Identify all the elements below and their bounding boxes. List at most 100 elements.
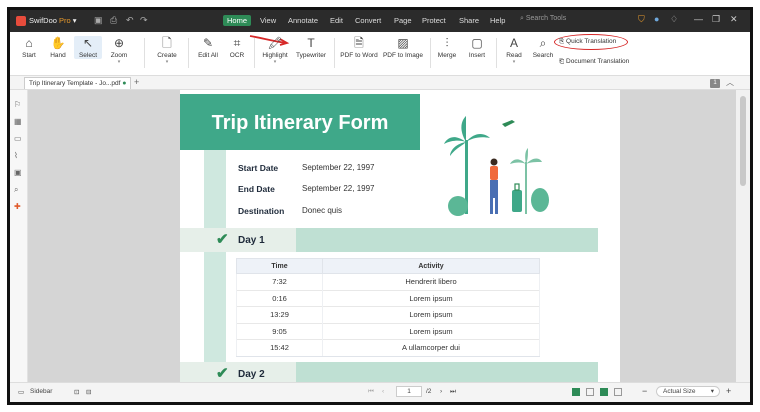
new-tab-button[interactable]: + (134, 77, 139, 87)
search-tools-input[interactable]: ⌕ Search Tools (520, 15, 600, 27)
comment-icon[interactable]: ▭ (14, 134, 22, 143)
fit-width-icon[interactable]: ⊟ (86, 388, 91, 396)
text-icon: T (307, 36, 315, 50)
cursor-icon: ↖ (82, 36, 94, 50)
edit-all-button[interactable]: ✎ Edit All (194, 36, 222, 59)
merge-button[interactable]: ⫶ Merge (434, 36, 460, 59)
zoom-in-icon: ⊕ (113, 36, 125, 50)
start-button[interactable]: ⌂ Start (18, 36, 40, 59)
sidebar-toggle-label[interactable]: Sidebar (30, 388, 52, 395)
menu-share[interactable]: Share (455, 15, 483, 26)
grid-view-icon[interactable] (614, 388, 622, 396)
pdf-page: Trip Itinerary Form Start Date September… (180, 90, 620, 382)
single-page-view-icon[interactable] (572, 388, 580, 396)
pdf-to-image-button[interactable]: ▨ PDF to Image (381, 36, 425, 59)
app-name[interactable]: SwifDoo Pro ▾ (29, 16, 77, 25)
sidebar-toggle-icon[interactable]: ▭ (18, 388, 24, 396)
pdf-to-word-button[interactable]: 🗎 PDF to Word (338, 36, 380, 59)
continuous-view-icon[interactable] (586, 388, 594, 396)
app-logo-icon (16, 16, 26, 26)
document-canvas[interactable]: Trip Itinerary Form Start Date September… (28, 90, 736, 382)
zoom-level-select[interactable]: Actual Size ▾ (656, 386, 720, 397)
end-date-value[interactable]: September 22, 1997 (302, 184, 375, 193)
menu-help[interactable]: Help (486, 15, 509, 26)
menu-annotate[interactable]: Annotate (284, 15, 322, 26)
time-cell[interactable]: 13:29 (236, 306, 323, 323)
destination-label: Destination (238, 206, 285, 216)
minimize-icon[interactable]: — (694, 14, 703, 24)
gift-icon[interactable]: ✚ (14, 202, 21, 211)
zoom-out-button[interactable]: − (642, 386, 647, 396)
last-page-icon[interactable]: ⏭ (450, 388, 456, 396)
bookmark-icon[interactable]: ⚐ (14, 100, 21, 109)
read-button[interactable]: A Read ▾ (502, 36, 526, 65)
activity-cell[interactable]: A ullamcorper dui (322, 339, 540, 357)
attachment-icon[interactable]: ⌇ (14, 151, 18, 160)
user-icon[interactable]: ● (654, 14, 659, 24)
menu-protect[interactable]: Protect (418, 15, 450, 26)
home-icon: ⌂ (25, 36, 33, 50)
unsaved-dot: ● (122, 80, 127, 87)
zoom-button[interactable]: ⊕ Zoom ▾ (106, 36, 132, 65)
vertical-scrollbar[interactable] (736, 90, 750, 382)
cart-icon[interactable]: ⛉ (638, 14, 645, 25)
search-icon[interactable]: ⌕ (14, 185, 18, 195)
current-page-input[interactable]: 1 (396, 386, 422, 397)
activity-cell[interactable]: Lorem ipsum (322, 289, 540, 307)
next-page-icon[interactable]: › (440, 388, 442, 395)
bell-icon[interactable]: ♢ (670, 14, 678, 25)
zoom-in-button[interactable]: + (726, 386, 731, 396)
menu-view[interactable]: View (256, 15, 280, 26)
menu-page[interactable]: Page (390, 15, 416, 26)
document-translation-button[interactable]: ⎗ Document Translation (559, 58, 629, 66)
print-icon[interactable]: ⎙ (110, 15, 117, 26)
typewriter-button[interactable]: T Typewriter (293, 36, 329, 59)
checkmark-icon: ✔ (216, 365, 229, 382)
time-cell[interactable]: 7:32 (236, 273, 323, 290)
insert-button[interactable]: ▢ Insert (464, 36, 490, 59)
activity-cell[interactable]: Lorem ipsum (322, 322, 540, 340)
create-button[interactable]: 🗋 Create ▾ (152, 36, 182, 65)
time-cell[interactable]: 9:05 (236, 322, 323, 340)
two-page-view-icon[interactable] (600, 388, 608, 396)
thumbnails-icon[interactable]: ▦ (14, 117, 22, 126)
search-button[interactable]: ⌕ Search (530, 36, 556, 59)
first-page-icon[interactable]: ⏮ (368, 388, 374, 396)
chevron-down-icon: ▾ (273, 59, 277, 65)
ocr-button[interactable]: ⌗ OCR (226, 36, 248, 59)
menu-edit[interactable]: Edit (326, 15, 347, 26)
destination-value[interactable]: Donec quis (302, 206, 342, 215)
edit-icon: ✎ (202, 36, 214, 50)
chevron-down-icon: ▾ (710, 388, 714, 395)
close-icon[interactable]: ✕ (730, 14, 738, 25)
document-title: Trip Itinerary Form (211, 112, 389, 134)
select-tool-button[interactable]: ↖ Select (74, 36, 102, 59)
highlighter-icon: 🖍 (267, 36, 283, 50)
document-tab[interactable]: Trip Itinerary Template - Jo...pdf ● (24, 77, 132, 89)
chevron-up-icon[interactable]: ︿ (726, 77, 734, 88)
activity-cell[interactable]: Hendrerit libero (322, 273, 540, 290)
time-cell[interactable]: 15:42 (236, 339, 323, 357)
previous-page-icon[interactable]: ‹ (382, 388, 384, 395)
day-bar-fill (296, 228, 598, 252)
menu-convert[interactable]: Convert (351, 15, 385, 26)
highlight-button[interactable]: 🖍 Highlight ▾ (260, 36, 290, 65)
time-cell[interactable]: 0:16 (236, 289, 323, 307)
scrollbar-thumb[interactable] (740, 96, 746, 186)
fit-page-icon[interactable]: ⊡ (74, 388, 79, 396)
start-date-value[interactable]: September 22, 1997 (302, 163, 375, 172)
quick-translation-button[interactable]: ⎘ Quick Translation (559, 38, 616, 46)
activity-cell[interactable]: Lorem ipsum (322, 306, 540, 323)
translate-icon: ⎘ (559, 38, 565, 45)
menu-home[interactable]: Home (223, 15, 252, 26)
travel-illustration (444, 116, 549, 216)
ribbon-divider (496, 38, 497, 68)
hand-tool-button[interactable]: ✋ Hand (46, 36, 70, 59)
redo-icon[interactable]: ↷ (140, 15, 148, 26)
activity-column-header: Activity (322, 258, 540, 274)
undo-icon[interactable]: ↶ (126, 15, 134, 26)
save-icon[interactable]: ▣ (94, 15, 103, 26)
day-1-bar: ✔ Day 1 (180, 228, 598, 252)
restore-icon[interactable]: ❐ (712, 14, 720, 25)
word-icon[interactable]: ▣ (14, 168, 22, 177)
